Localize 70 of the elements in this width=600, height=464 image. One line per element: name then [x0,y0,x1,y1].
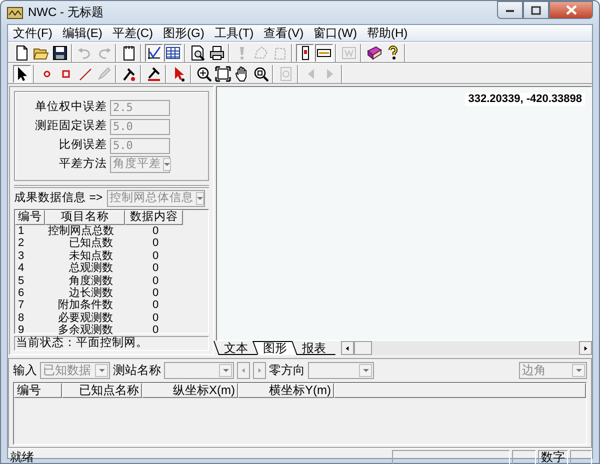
scrollbar-thumb[interactable] [354,341,372,355]
window-title: NWC - 无标题 [28,5,104,20]
table-cell: 0 [152,312,159,324]
minimize-button[interactable] [497,1,523,19]
table-cell: 0 [152,299,159,312]
table-cell: 0 [152,225,159,237]
zero-direction-label: 零方向 [269,362,305,378]
table-cell: 必要观测数 [58,312,113,324]
menu-item[interactable]: 图形(G) [158,25,210,41]
status-text: 当前状态：平面控制网。 [14,336,209,351]
maximize-icon [531,6,541,14]
table-cell: 总观测数 [69,262,113,274]
table-cell: 已知点数 [69,237,113,250]
menu-item[interactable]: 编辑(E) [57,25,108,41]
table-cell: 3 [18,250,24,262]
table-cell: 附加条件数 [58,299,113,312]
close-button[interactable] [549,1,593,19]
table-cell: 0 [152,237,159,250]
table-cell: 角度测数 [69,274,113,287]
table-cell: 多余观测数 [58,324,113,336]
num-lock-indicator: 数字 [538,450,568,464]
field-label: 比例误差 [58,138,107,152]
menu-item[interactable]: 平差(C) [107,25,158,41]
menu-item[interactable]: 窗口(W) [308,25,362,41]
menu-item[interactable]: 查看(V) [258,25,309,41]
table-cell: 9 [18,324,24,336]
app-logo-icon [7,6,23,18]
column-header[interactable]: 编号 [14,383,62,398]
table-cell: 控制网点总数 [48,225,114,237]
table-cell: 0 [152,250,159,262]
minimize-icon [505,7,515,13]
table-cell: 0 [152,274,159,287]
station-label: 测站名称 [113,362,161,378]
status-pane [570,450,592,464]
column-header[interactable]: 纵坐标X(m) [142,383,238,398]
column-header[interactable]: 已知点名称 [62,383,142,398]
column-header[interactable]: 横坐标Y(m) [238,383,334,398]
table-cell: 0 [152,324,159,336]
menu-item[interactable]: 帮助(H) [362,25,413,41]
horizontal-scrollbar[interactable] [341,341,592,355]
input-label: 输入 [13,362,37,378]
table-cell: 6 [18,286,24,299]
table-cell: 4 [18,262,24,274]
table-cell: 1 [18,225,24,237]
column-header[interactable]: 项目名称 [45,210,125,225]
column-header[interactable]: 数据内容 [125,210,183,225]
table-cell: 2 [18,237,24,250]
table-cell: 0 [152,286,159,299]
menu-item[interactable]: 工具(T) [209,25,259,41]
status-message: 就绪 [9,450,35,464]
maximize-button[interactable] [523,1,549,19]
scroll-right-button[interactable] [579,341,592,355]
status-pane [512,450,536,464]
scroll-left-button[interactable] [341,341,354,355]
menu-item[interactable]: 文件(F) [8,25,58,41]
view-tab[interactable]: 文本 [213,341,258,355]
table-cell: 7 [18,299,24,312]
field-label: 单位权中误差 [34,100,107,114]
column-header[interactable]: 编号 [15,210,45,225]
table-cell: 未知点数 [69,250,113,262]
table-cell: 5 [18,274,24,287]
coordinates-readout: 332.20339, -420.33898 [465,93,585,106]
close-icon [566,5,576,15]
view-tab[interactable]: 报表 [291,341,336,355]
table-cell: 0 [152,262,159,274]
field-label: 测距固定误差 [34,120,107,134]
table-cell: 8 [18,312,24,324]
table-cell: 边长测数 [69,286,113,299]
field-label: 平差方法 [58,158,107,172]
results-label: 成果数据信息 => [14,192,103,206]
